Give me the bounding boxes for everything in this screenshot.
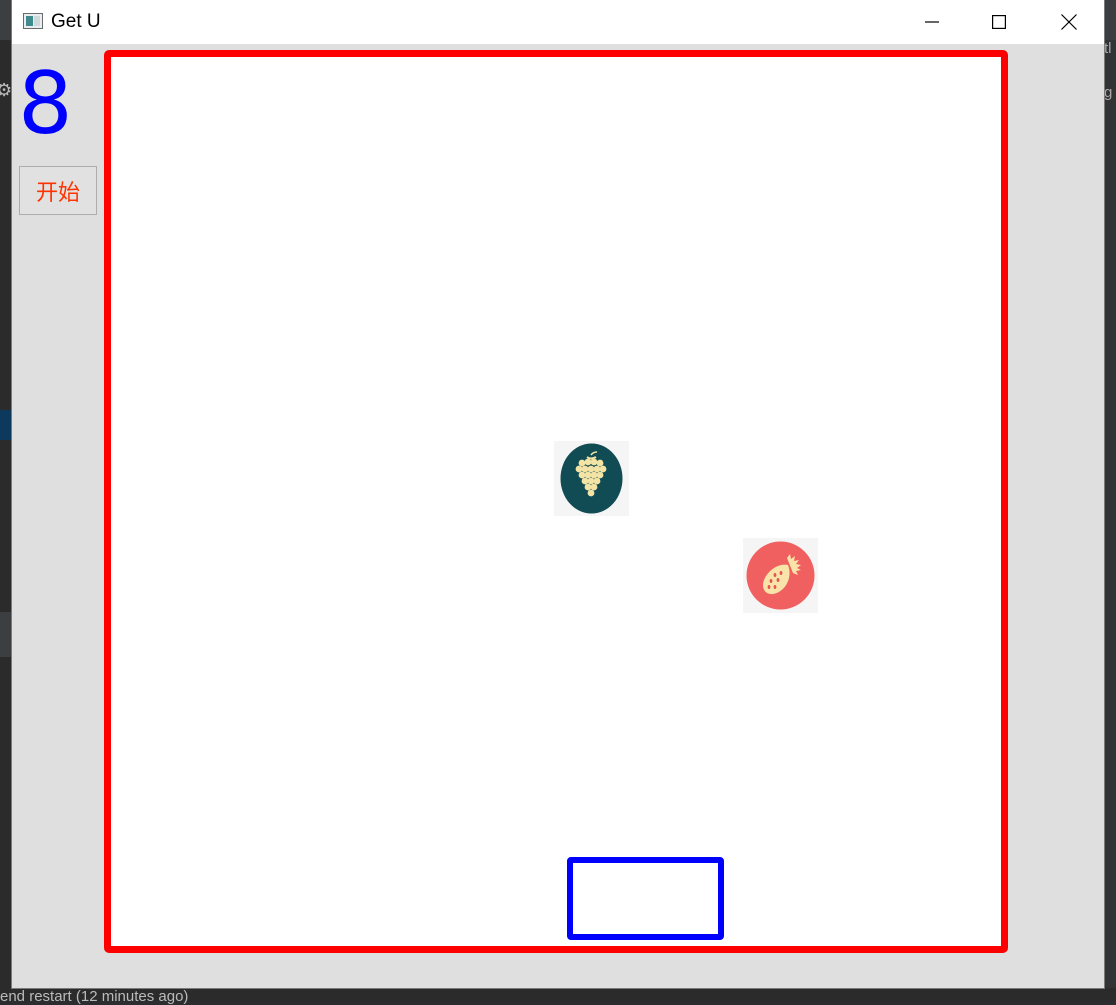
- grape-fruit: [554, 441, 629, 516]
- ide-left-highlight: [0, 410, 12, 440]
- ide-right-strip: [1104, 40, 1116, 988]
- game-window: Get U 8 开始: [12, 0, 1104, 988]
- strawberry-icon: [746, 541, 815, 610]
- minimize-button[interactable]: [897, 0, 967, 44]
- app-icon: [23, 13, 43, 29]
- maximize-icon: [992, 15, 1006, 29]
- catcher-paddle[interactable]: [567, 857, 724, 940]
- ide-status-text: end restart (12 minutes ago): [0, 988, 189, 1005]
- ide-left-panel: [0, 612, 12, 657]
- ide-gear-icon: ⚙: [0, 80, 13, 100]
- maximize-button[interactable]: [964, 0, 1034, 44]
- start-button[interactable]: 开始: [19, 166, 97, 215]
- ide-right-text: tl: [1104, 40, 1112, 57]
- close-button[interactable]: [1034, 0, 1104, 44]
- grape-icon: [560, 443, 623, 514]
- title-bar[interactable]: Get U: [12, 0, 1104, 44]
- strawberry-fruit: [743, 538, 818, 613]
- close-icon: [1061, 14, 1077, 30]
- window-title: Get U: [51, 11, 101, 32]
- ide-right-text-2: g: [1104, 84, 1113, 101]
- score-display: 8: [18, 54, 73, 154]
- minimize-icon: [925, 21, 939, 23]
- play-area[interactable]: [104, 50, 1008, 953]
